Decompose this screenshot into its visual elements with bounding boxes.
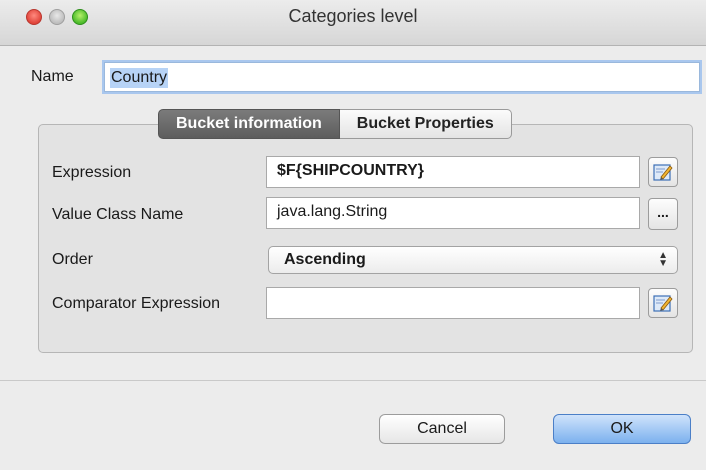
up-down-arrows-icon: ▲ ▼ bbox=[658, 250, 668, 269]
edit-expression-icon bbox=[653, 295, 673, 312]
order-select[interactable]: Ascending ▲ ▼ bbox=[268, 246, 678, 274]
comparator-expression-field[interactable] bbox=[266, 287, 640, 319]
dialog-window: Categories level Name Country Bucket inf… bbox=[0, 0, 706, 470]
tab-bar: Bucket information Bucket Properties bbox=[158, 109, 512, 139]
browse-class-button[interactable]: ... bbox=[648, 198, 678, 230]
title-bar[interactable]: Categories level bbox=[0, 0, 706, 46]
name-field[interactable]: Country bbox=[104, 62, 700, 92]
value-class-name-label: Value Class Name bbox=[52, 206, 184, 223]
ok-button[interactable]: OK bbox=[553, 414, 691, 444]
cancel-button[interactable]: Cancel bbox=[379, 414, 505, 444]
edit-expression-button[interactable] bbox=[648, 157, 678, 187]
footer-divider bbox=[0, 380, 706, 381]
expression-field[interactable]: $F{SHIPCOUNTRY} bbox=[266, 156, 640, 188]
edit-expression-icon bbox=[653, 164, 673, 181]
edit-comparator-button[interactable] bbox=[648, 288, 678, 318]
name-label: Name bbox=[31, 68, 74, 85]
value-class-name-field[interactable]: java.lang.String bbox=[266, 197, 640, 229]
comparator-expression-label: Comparator Expression bbox=[52, 295, 221, 312]
order-selected-value: Ascending bbox=[284, 251, 366, 268]
window-title: Categories level bbox=[288, 6, 418, 26]
tab-bucket-information[interactable]: Bucket information bbox=[158, 109, 340, 139]
order-label: Order bbox=[52, 251, 93, 268]
expression-label: Expression bbox=[52, 164, 132, 181]
name-value: Country bbox=[110, 68, 169, 88]
tab-bucket-properties[interactable]: Bucket Properties bbox=[339, 109, 512, 139]
